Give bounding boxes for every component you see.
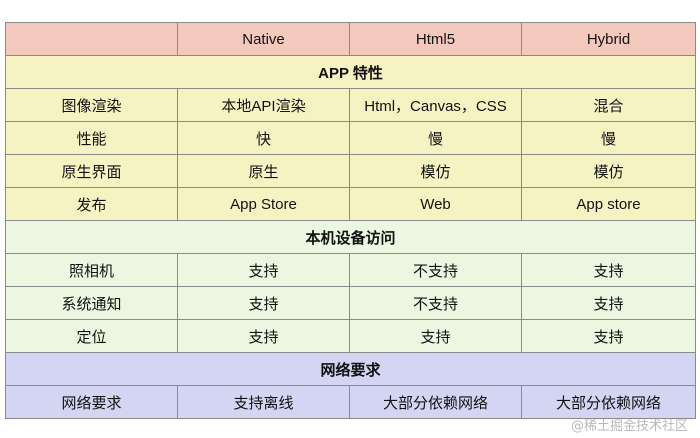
table-cell: 快 bbox=[177, 121, 350, 155]
table-cell: 慢 bbox=[521, 121, 696, 155]
table-cell: 支持 bbox=[521, 319, 696, 353]
table-cell: 支持 bbox=[521, 253, 696, 287]
table-cell: 慢 bbox=[349, 121, 522, 155]
table-row: 图像渲染 本地API渲染 Html，Canvas，CSS 混合 bbox=[5, 88, 696, 122]
header-cell-hybrid: Hybrid bbox=[521, 22, 696, 56]
section-title-device: 本机设备访问 bbox=[5, 220, 696, 254]
table-cell: Web bbox=[349, 187, 522, 221]
row-label: 图像渲染 bbox=[5, 88, 178, 122]
table-cell: App Store bbox=[177, 187, 350, 221]
comparison-table: Native Html5 Hybrid APP 特性 图像渲染 本地API渲染 … bbox=[5, 22, 696, 419]
table-cell: 支持 bbox=[177, 253, 350, 287]
section-title-network: 网络要求 bbox=[5, 352, 696, 386]
section-title-app: APP 特性 bbox=[5, 55, 696, 89]
table-cell: 大部分依赖网络 bbox=[521, 385, 696, 419]
table-cell: 模仿 bbox=[521, 154, 696, 188]
table-cell: 不支持 bbox=[349, 253, 522, 287]
table-row: 系统通知 支持 不支持 支持 bbox=[5, 286, 696, 320]
row-label: 照相机 bbox=[5, 253, 178, 287]
table-cell: 原生 bbox=[177, 154, 350, 188]
table-cell: 支持 bbox=[177, 319, 350, 353]
table-cell: 支持 bbox=[521, 286, 696, 320]
row-label: 定位 bbox=[5, 319, 178, 353]
table-cell: 支持 bbox=[349, 319, 522, 353]
table-cell: 模仿 bbox=[349, 154, 522, 188]
section-row-device: 本机设备访问 bbox=[5, 220, 696, 254]
table-cell: 支持 bbox=[177, 286, 350, 320]
table-cell: 不支持 bbox=[349, 286, 522, 320]
table-row: 网络要求 支持离线 大部分依赖网络 大部分依赖网络 bbox=[5, 385, 696, 419]
section-row-network: 网络要求 bbox=[5, 352, 696, 386]
table-cell: 混合 bbox=[521, 88, 696, 122]
table-row: 定位 支持 支持 支持 bbox=[5, 319, 696, 353]
row-label: 原生界面 bbox=[5, 154, 178, 188]
table-row: 原生界面 原生 模仿 模仿 bbox=[5, 154, 696, 188]
table-cell: 大部分依赖网络 bbox=[349, 385, 522, 419]
watermark-text: @稀土掘金技术社区 bbox=[570, 419, 688, 434]
row-label: 性能 bbox=[5, 121, 178, 155]
row-label: 系统通知 bbox=[5, 286, 178, 320]
table-row: 性能 快 慢 慢 bbox=[5, 121, 696, 155]
header-row: Native Html5 Hybrid bbox=[5, 22, 696, 56]
table-cell: 本地API渲染 bbox=[177, 88, 350, 122]
table-cell: 支持离线 bbox=[177, 385, 350, 419]
row-label: 发布 bbox=[5, 187, 178, 221]
header-cell-native: Native bbox=[177, 22, 350, 56]
table-cell: App store bbox=[521, 187, 696, 221]
header-cell-empty bbox=[5, 22, 178, 56]
table-cell: Html，Canvas，CSS bbox=[349, 88, 522, 122]
row-label: 网络要求 bbox=[5, 385, 178, 419]
header-cell-html5: Html5 bbox=[349, 22, 522, 56]
section-row-app: APP 特性 bbox=[5, 55, 696, 89]
table-row: 发布 App Store Web App store bbox=[5, 187, 696, 221]
table-row: 照相机 支持 不支持 支持 bbox=[5, 253, 696, 287]
